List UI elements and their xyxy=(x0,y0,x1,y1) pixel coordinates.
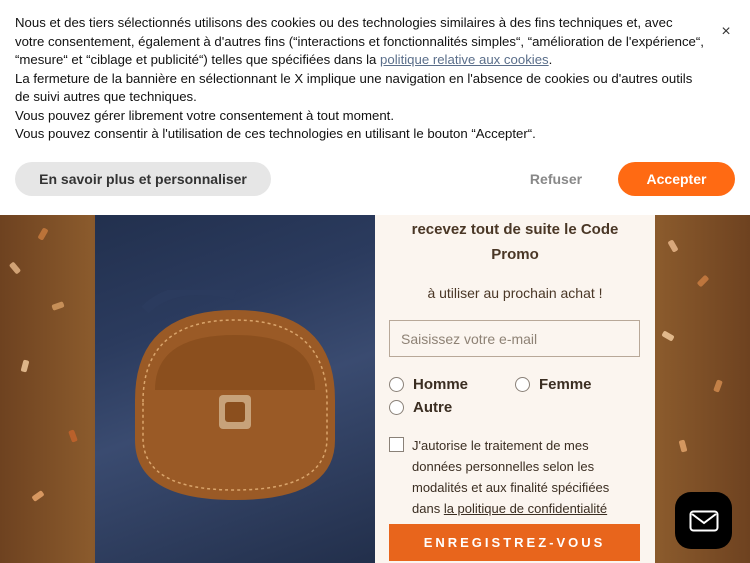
radio-button[interactable] xyxy=(515,377,530,392)
confetti xyxy=(20,359,30,373)
confetti xyxy=(696,274,710,288)
radio-femme[interactable]: Femme xyxy=(515,376,592,393)
cookie-policy-link[interactable]: politique relative aux cookies xyxy=(380,52,549,67)
confetti xyxy=(68,429,78,443)
promo-subtitle: à utiliser au prochain achat ! xyxy=(427,285,603,301)
refuse-button[interactable]: Refuser xyxy=(510,162,602,196)
close-icon[interactable]: × xyxy=(716,22,736,42)
radio-label: Femme xyxy=(539,376,592,393)
confetti xyxy=(8,261,22,275)
radio-button[interactable] xyxy=(389,377,404,392)
cookie-banner: Nous et des tiers sélectionnés utilisons… xyxy=(0,0,750,215)
register-button[interactable]: ENREGISTREZ-VOUS xyxy=(389,524,640,561)
radio-autre[interactable]: Autre xyxy=(389,399,452,416)
email-input[interactable] xyxy=(389,320,640,357)
confetti xyxy=(713,379,723,393)
confetti xyxy=(661,330,675,342)
envelope-icon xyxy=(689,510,718,531)
cookie-paragraph-1: Nous et des tiers sélectionnés utilisons… xyxy=(15,15,704,67)
learn-more-button[interactable]: En savoir plus et personnaliser xyxy=(15,162,271,196)
consent-checkbox[interactable] xyxy=(389,437,404,452)
cookie-text: Nous et des tiers sélectionnés utilisons… xyxy=(15,14,705,144)
cookie-paragraph-3: Vous pouvez gérer librement votre consen… xyxy=(15,107,394,123)
confetti xyxy=(51,301,65,311)
privacy-policy-link[interactable]: la politique de confidentialité xyxy=(444,501,607,516)
consent-text: J'autorise le traitement de mes données … xyxy=(412,438,610,516)
chat-widget-button[interactable] xyxy=(675,492,732,549)
radio-label: Autre xyxy=(413,399,453,416)
promo-heading-line1: recevez tout de suite le Code xyxy=(411,221,619,238)
confetti xyxy=(37,227,49,241)
consent-checkbox-row[interactable]: J'autorise le traitement de mes données … xyxy=(389,435,639,519)
cookie-paragraph-2: La fermeture de la bannière en sélection… xyxy=(15,70,693,105)
radio-button[interactable] xyxy=(389,400,404,415)
radio-label: Homme xyxy=(413,376,469,393)
radio-homme[interactable]: Homme xyxy=(389,376,468,393)
confetti xyxy=(667,239,679,253)
cookie-paragraph-4: Vous pouvez consentir à l'utilisation de… xyxy=(15,126,536,141)
confetti xyxy=(31,490,45,502)
handbag-illustration xyxy=(135,290,335,500)
confetti xyxy=(678,439,688,453)
accept-button[interactable]: Accepter xyxy=(618,162,735,196)
promo-heading-line2: Promo xyxy=(491,246,539,263)
